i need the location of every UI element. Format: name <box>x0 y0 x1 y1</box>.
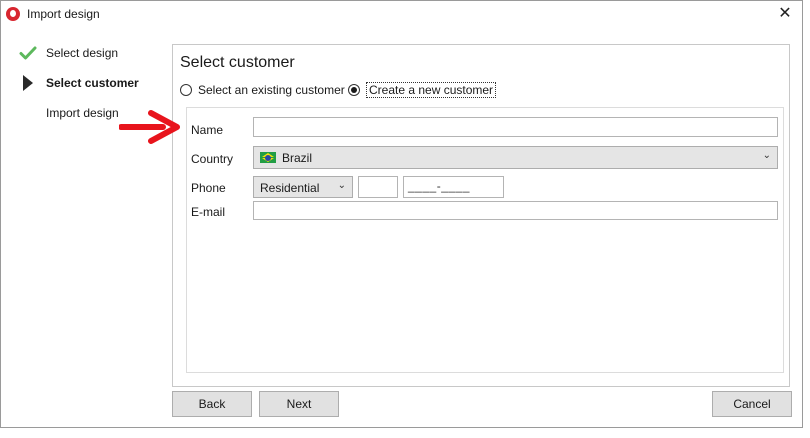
chevron-down-icon: ⌄ <box>762 150 771 161</box>
annotation-arrow-icon <box>119 110 180 144</box>
chevron-down-icon: ⌄ <box>337 180 346 191</box>
checkmark-icon <box>19 46 37 60</box>
back-button[interactable]: Back <box>172 391 252 417</box>
next-button[interactable]: Next <box>259 391 339 417</box>
radio-label: Create a new customer <box>366 82 497 98</box>
radio-button[interactable] <box>348 84 360 96</box>
radio-label: Select an existing customer <box>198 83 345 97</box>
import-design-window: Import design ✕ Select design Select cus… <box>0 0 803 428</box>
title-bar: Import design ✕ <box>1 1 802 27</box>
wizard-step-label: Import design <box>46 106 119 120</box>
app-logo-icon <box>6 7 20 21</box>
phone-type-select[interactable]: Residential ⌄ <box>253 176 353 198</box>
select-customer-panel: Select customer Select an existing custo… <box>172 44 790 387</box>
country-select[interactable]: Brazil ⌄ <box>253 146 778 169</box>
radio-existing-customer[interactable]: Select an existing customer <box>180 82 345 98</box>
phone-type-value: Residential <box>260 181 320 195</box>
name-label: Name <box>191 123 224 137</box>
new-customer-form: Name Country Brazil ⌄ Phone Residential … <box>186 107 784 373</box>
email-field[interactable] <box>253 201 778 220</box>
wizard-step-label: Select design <box>46 46 119 60</box>
cancel-button[interactable]: Cancel <box>712 391 792 417</box>
window-title: Import design <box>27 7 100 21</box>
country-label: Country <box>191 152 234 166</box>
phone-label: Phone <box>191 181 226 195</box>
radio-button[interactable] <box>180 84 192 96</box>
radio-new-customer[interactable]: Create a new customer <box>348 82 497 98</box>
close-icon[interactable]: ✕ <box>772 3 798 25</box>
panel-title: Select customer <box>180 54 295 71</box>
wizard-step-label: Select customer <box>46 76 139 90</box>
name-field[interactable] <box>253 117 778 137</box>
country-value: Brazil <box>282 151 313 165</box>
brazil-flag-icon <box>260 152 276 163</box>
email-label: E-mail <box>191 205 226 219</box>
phone-area-code-field[interactable] <box>358 176 398 198</box>
phone-number-field[interactable]: ____-____ <box>403 176 504 198</box>
phone-mask: ____-____ <box>408 179 470 193</box>
current-step-arrow-icon <box>23 75 33 91</box>
